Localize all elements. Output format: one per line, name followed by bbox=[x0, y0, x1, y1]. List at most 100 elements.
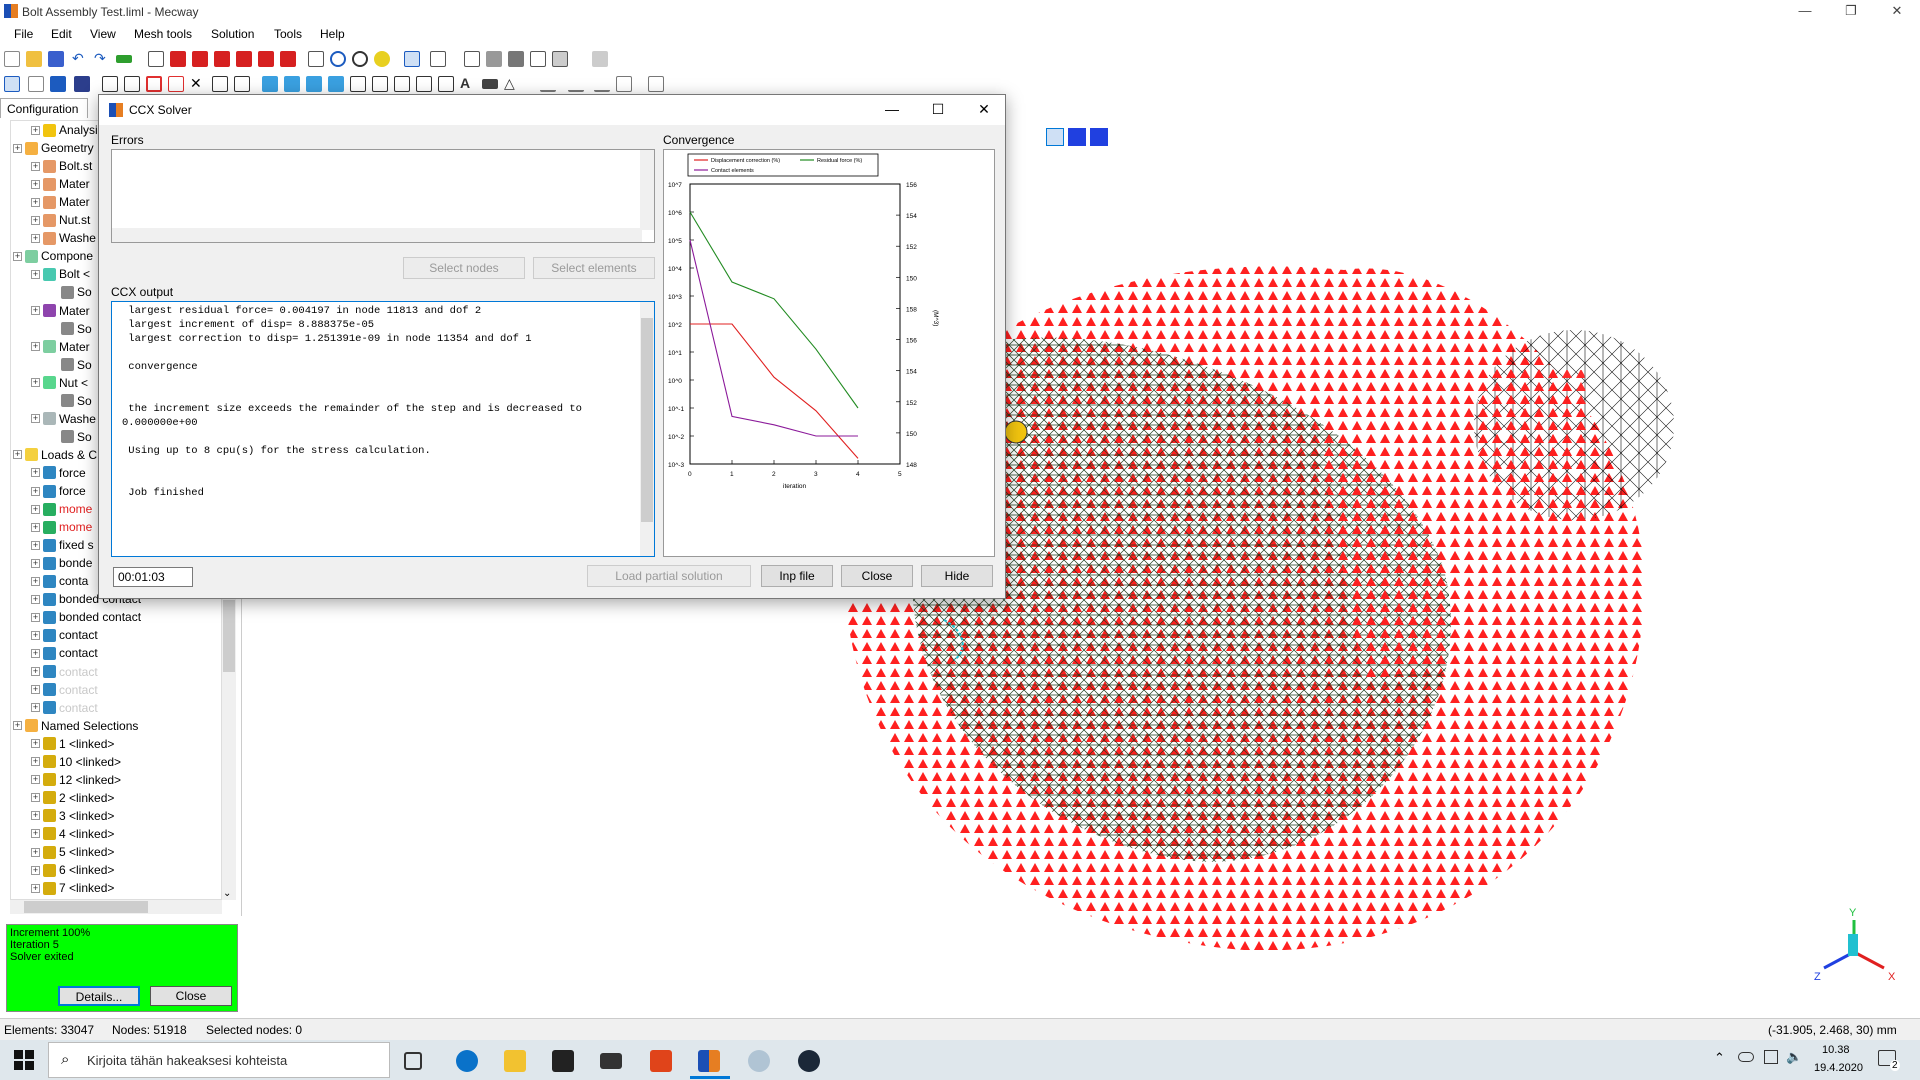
expand-toggle-icon[interactable]: + bbox=[31, 883, 40, 893]
clip-icon[interactable] bbox=[594, 76, 610, 92]
open-folder-icon[interactable] bbox=[26, 51, 42, 67]
tree-item[interactable]: + Mater bbox=[31, 302, 90, 320]
zoom-fit-icon[interactable] bbox=[308, 51, 324, 67]
measure-icon[interactable] bbox=[482, 79, 498, 89]
tree-item[interactable]: + conta bbox=[31, 572, 88, 590]
status-close-button[interactable]: Close bbox=[150, 986, 232, 1006]
file-explorer-icon[interactable] bbox=[504, 1050, 526, 1072]
expand-toggle-icon[interactable]: + bbox=[31, 703, 40, 713]
tree-item[interactable]: +6 <linked> bbox=[31, 861, 114, 879]
store-icon[interactable] bbox=[552, 1050, 574, 1072]
tree-item[interactable]: +1 <linked> bbox=[31, 735, 114, 753]
dialog-close-btn[interactable]: Close bbox=[841, 565, 913, 587]
select-mode-icon[interactable] bbox=[404, 51, 420, 67]
menu-solution[interactable]: Solution bbox=[211, 27, 254, 41]
tree-item[interactable]: + Mater bbox=[31, 338, 90, 356]
light-icon[interactable] bbox=[374, 51, 390, 67]
steam-icon[interactable] bbox=[798, 1050, 820, 1072]
smooth-icon[interactable] bbox=[438, 76, 454, 92]
expand-toggle-icon[interactable]: + bbox=[31, 594, 40, 604]
tree-item[interactable]: + fixed s bbox=[31, 536, 94, 554]
expand-toggle-icon[interactable]: + bbox=[31, 847, 40, 857]
select-face-icon[interactable] bbox=[74, 76, 90, 92]
menu-mesh-tools[interactable]: Mesh tools bbox=[134, 27, 192, 41]
tree-item[interactable]: + Mater bbox=[31, 175, 90, 193]
save-icon[interactable] bbox=[48, 51, 64, 67]
tree-item[interactable]: + contact bbox=[31, 626, 98, 644]
revolve-icon[interactable] bbox=[350, 76, 366, 92]
tree-item[interactable]: + mome bbox=[31, 518, 92, 536]
tree-item[interactable]: + Nut.st bbox=[31, 211, 90, 229]
minimize-button[interactable]: — bbox=[1782, 0, 1828, 24]
expand-toggle-icon[interactable]: + bbox=[13, 251, 22, 261]
view-front-icon[interactable] bbox=[170, 51, 186, 67]
windows-start-icon[interactable] bbox=[14, 1050, 34, 1070]
menu-help[interactable]: Help bbox=[320, 27, 345, 41]
plane-icon[interactable] bbox=[540, 76, 556, 92]
clock-time[interactable]: 10.38 bbox=[1822, 1044, 1850, 1056]
view-top-icon[interactable] bbox=[258, 51, 274, 67]
output-scrollbar[interactable] bbox=[640, 302, 654, 556]
scale-icon[interactable] bbox=[328, 76, 344, 92]
view-left-icon[interactable] bbox=[214, 51, 230, 67]
tree-item[interactable]: + Geometry bbox=[13, 139, 94, 157]
tree-item[interactable]: + contact bbox=[31, 681, 98, 699]
expand-toggle-icon[interactable]: + bbox=[31, 667, 40, 676]
tree-item[interactable]: +7 <linked> bbox=[31, 879, 114, 897]
taskbar-search-box[interactable]: ⌕ Kirjoita tähän hakeaksesi kohteista bbox=[48, 1042, 390, 1078]
node-tool-icon[interactable] bbox=[102, 76, 118, 92]
tray-chevron-icon[interactable]: ⌃ bbox=[1714, 1050, 1725, 1066]
tree-item[interactable]: + Washe bbox=[31, 410, 96, 428]
extrude-icon[interactable] bbox=[168, 76, 184, 92]
onedrive-icon[interactable] bbox=[1738, 1052, 1754, 1062]
tree-item[interactable]: + force bbox=[31, 464, 86, 482]
new-file-icon[interactable] bbox=[4, 51, 20, 67]
zoom-icon[interactable] bbox=[330, 51, 346, 67]
mesh-icon[interactable] bbox=[552, 51, 568, 67]
surface-icon[interactable] bbox=[486, 51, 502, 67]
expand-toggle-icon[interactable]: + bbox=[31, 739, 40, 749]
tab-configuration[interactable]: Configuration bbox=[0, 98, 88, 118]
grid-icon[interactable] bbox=[616, 76, 632, 92]
mecway-taskbar-icon[interactable] bbox=[698, 1050, 720, 1072]
toolbar-gray-icon[interactable] bbox=[592, 51, 608, 67]
view-back-icon[interactable] bbox=[192, 51, 208, 67]
expand-toggle-icon[interactable]: + bbox=[13, 450, 22, 460]
expand-toggle-icon[interactable]: + bbox=[31, 685, 40, 695]
expand-toggle-icon[interactable]: + bbox=[31, 233, 40, 243]
rotate-icon[interactable] bbox=[352, 51, 368, 67]
tree-item[interactable]: +So bbox=[49, 392, 92, 410]
tree-item[interactable]: + contact bbox=[31, 663, 98, 681]
mail-icon[interactable] bbox=[600, 1053, 622, 1069]
pointer-select-icon[interactable] bbox=[4, 76, 20, 92]
inkscape-icon[interactable] bbox=[748, 1050, 770, 1072]
task-view-icon[interactable] bbox=[404, 1052, 422, 1070]
solve-icon[interactable] bbox=[116, 55, 132, 63]
view-right-icon[interactable] bbox=[236, 51, 252, 67]
menu-file[interactable]: File bbox=[14, 27, 33, 41]
table-icon[interactable] bbox=[648, 76, 664, 92]
menu-view[interactable]: View bbox=[90, 27, 116, 41]
tree-h-scroll-thumb[interactable] bbox=[24, 901, 148, 913]
expand-toggle-icon[interactable]: + bbox=[13, 721, 22, 731]
tree-item[interactable]: + contact bbox=[31, 644, 98, 662]
expand-toggle-icon[interactable]: + bbox=[31, 468, 40, 478]
tree-item[interactable]: +So bbox=[49, 283, 92, 301]
edge-browser-icon[interactable] bbox=[456, 1050, 478, 1072]
volume-icon[interactable]: 🔈 bbox=[1786, 1049, 1802, 1065]
expand-toggle-icon[interactable]: + bbox=[31, 504, 40, 514]
expand-toggle-icon[interactable]: + bbox=[31, 522, 40, 532]
scroll-down-icon[interactable]: ⌄ bbox=[223, 888, 231, 899]
expand-toggle-icon[interactable]: + bbox=[31, 540, 40, 550]
expand-toggle-icon[interactable]: + bbox=[31, 161, 40, 171]
expand-toggle-icon[interactable]: + bbox=[31, 125, 40, 135]
tree-item[interactable]: + Bolt.st bbox=[31, 157, 92, 175]
dialog-maximize-button[interactable]: ☐ bbox=[915, 95, 961, 125]
wireframe-icon[interactable] bbox=[464, 51, 480, 67]
triangle-icon[interactable]: △ bbox=[504, 76, 520, 92]
copy-icon[interactable] bbox=[284, 76, 300, 92]
errors-h-scrollbar[interactable] bbox=[112, 228, 642, 242]
inp-file-button[interactable]: Inp file bbox=[761, 565, 833, 587]
tree-item[interactable]: + bonde bbox=[31, 554, 92, 572]
output-scroll-thumb[interactable] bbox=[641, 318, 653, 522]
